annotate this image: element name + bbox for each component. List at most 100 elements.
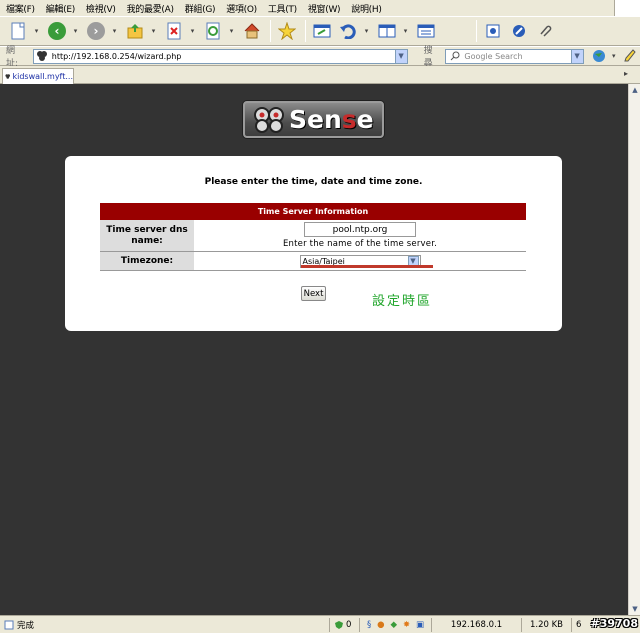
url-dropdown-button[interactable]: ▼ bbox=[394, 49, 407, 63]
logo-text: Sense bbox=[289, 105, 374, 134]
screen-icon[interactable]: ▣ bbox=[416, 620, 424, 630]
tab-title: kidswall.myft... bbox=[12, 72, 73, 81]
url-text: http://192.168.0.254/wizard.php bbox=[51, 51, 182, 61]
watermark-text: #39708 bbox=[590, 617, 639, 630]
stop-button[interactable] bbox=[162, 19, 186, 43]
tile-button[interactable] bbox=[375, 19, 399, 43]
scroll-up-arrow[interactable]: ▲ bbox=[629, 84, 640, 96]
browser-throbber bbox=[614, 0, 640, 16]
tab-strip: kidswall.myft... ▸ bbox=[0, 66, 640, 84]
menu-bar: 檔案(F) 編輯(E) 檢視(V) 我的最愛(A) 群組(G) 選項(O) 工具… bbox=[0, 0, 640, 16]
address-bar: 網址: http://192.168.0.254/wizard.php ▼ 搜尋… bbox=[0, 44, 640, 69]
next-button[interactable]: Next bbox=[301, 286, 326, 301]
new-page-icon bbox=[11, 22, 25, 40]
new-window-button[interactable] bbox=[6, 19, 30, 43]
menu-file[interactable]: 檔案(F) bbox=[6, 2, 35, 15]
refresh-icon bbox=[206, 22, 220, 40]
list-button[interactable] bbox=[414, 19, 438, 43]
refresh-button[interactable] bbox=[201, 19, 225, 43]
section-header: Time Server Information bbox=[100, 203, 526, 220]
toolbar-separator bbox=[270, 20, 271, 42]
forward-dropdown[interactable]: ▾ bbox=[110, 27, 119, 35]
stop-dropdown[interactable]: ▾ bbox=[188, 27, 197, 35]
annotation-underline bbox=[301, 265, 433, 268]
search-input[interactable]: Google Search ▼ bbox=[445, 48, 584, 64]
window-icon bbox=[313, 24, 331, 38]
menu-help[interactable]: 說明(H) bbox=[351, 2, 382, 15]
search-dropdown-button[interactable]: ▼ bbox=[570, 49, 583, 63]
up-folder-button[interactable] bbox=[123, 19, 147, 43]
rss-icon[interactable]: ● bbox=[377, 620, 384, 630]
timezone-label: Timezone: bbox=[100, 252, 194, 270]
forward-arrow-icon: › bbox=[87, 22, 105, 40]
page-heading: Please enter the time, date and time zon… bbox=[204, 177, 423, 187]
security-icon[interactable]: § bbox=[367, 620, 371, 630]
toolbar-separator bbox=[305, 20, 306, 42]
pfsense-logo: Sense bbox=[243, 101, 384, 138]
blocked-count: 0 bbox=[346, 619, 352, 630]
wizard-panel: Please enter the time, date and time zon… bbox=[65, 156, 562, 331]
menu-options[interactable]: 選項(O) bbox=[226, 2, 257, 15]
menu-window[interactable]: 視窗(W) bbox=[308, 2, 341, 15]
status-icons: § ● ◆ ✸ ▣ bbox=[360, 617, 432, 632]
tab-scroll-button[interactable]: ▸ bbox=[624, 69, 634, 79]
status-text: 完成 bbox=[17, 620, 35, 631]
page-icon bbox=[4, 620, 14, 629]
popup-blocker-cell[interactable]: 0 bbox=[330, 617, 360, 632]
menu-groups[interactable]: 群組(G) bbox=[185, 2, 216, 15]
vertical-scrollbar[interactable]: ▲ ▼ bbox=[628, 84, 640, 615]
scroll-down-arrow[interactable]: ▼ bbox=[629, 603, 640, 615]
new-window-dropdown[interactable]: ▾ bbox=[32, 27, 41, 35]
back-arrow-icon: ‹ bbox=[48, 22, 66, 40]
logo-text-red: s bbox=[341, 105, 357, 134]
connection-icon[interactable]: ◆ bbox=[390, 620, 397, 630]
pfsense-favicon bbox=[5, 74, 11, 79]
forward-button[interactable]: › bbox=[84, 19, 108, 43]
back-button[interactable]: ‹ bbox=[45, 19, 69, 43]
window-button[interactable] bbox=[310, 19, 334, 43]
menu-favorites[interactable]: 我的最愛(A) bbox=[127, 2, 174, 15]
up-dropdown[interactable]: ▾ bbox=[149, 27, 158, 35]
shield-icon bbox=[335, 620, 343, 629]
search-engine-dropdown[interactable]: ▾ bbox=[609, 52, 618, 60]
page-size-cell: 1.20 KB bbox=[522, 617, 572, 632]
time-server-cell: pool.ntp.org Enter the name of the time … bbox=[194, 220, 526, 251]
menu-view[interactable]: 檢視(V) bbox=[86, 2, 116, 15]
logo-text-start: Sen bbox=[289, 105, 342, 134]
search-icon bbox=[451, 51, 460, 61]
pfsense-favicon bbox=[36, 51, 47, 61]
refresh-dropdown[interactable]: ▾ bbox=[227, 27, 236, 35]
home-button[interactable] bbox=[240, 19, 264, 43]
status-bar: 完成 0 § ● ◆ ✸ ▣ 192.168.0.1 1.20 KB 6 bbox=[0, 615, 640, 633]
search-engine-button[interactable] bbox=[592, 44, 608, 68]
undo-icon bbox=[340, 24, 356, 39]
undo-dropdown[interactable]: ▾ bbox=[362, 27, 371, 35]
plugin-button-3[interactable] bbox=[533, 19, 557, 43]
highlight-button[interactable] bbox=[622, 44, 638, 68]
tile-dropdown[interactable]: ▾ bbox=[401, 27, 410, 35]
page-content: Sense Please enter the time, date and ti… bbox=[0, 84, 628, 615]
back-dropdown[interactable]: ▾ bbox=[71, 27, 80, 35]
menu-edit[interactable]: 編輯(E) bbox=[46, 2, 76, 15]
time-server-input[interactable]: pool.ntp.org bbox=[304, 222, 416, 237]
highlighter-icon bbox=[624, 49, 636, 62]
time-server-table: Time Server Information Time server dns … bbox=[100, 203, 526, 271]
menu-tools[interactable]: 工具(T) bbox=[268, 2, 297, 15]
plugin-button-1[interactable] bbox=[481, 19, 505, 43]
settings-icon[interactable]: ✸ bbox=[403, 620, 410, 630]
stop-icon bbox=[167, 22, 181, 40]
list-icon bbox=[417, 24, 435, 38]
undo-close-button[interactable] bbox=[336, 19, 360, 43]
plugin-button-2[interactable] bbox=[507, 19, 531, 43]
toolbar-separator bbox=[476, 20, 477, 42]
url-field[interactable]: http://192.168.0.254/wizard.php ▼ bbox=[32, 48, 408, 64]
globe-icon bbox=[593, 50, 606, 62]
up-folder-icon bbox=[127, 24, 143, 39]
logo-text-end: e bbox=[356, 105, 374, 134]
time-server-label: Time server dns name: bbox=[100, 220, 194, 251]
tab-active[interactable]: kidswall.myft... bbox=[2, 68, 74, 84]
favorites-button[interactable] bbox=[275, 19, 299, 43]
pfsense-mark-icon bbox=[254, 106, 284, 133]
extra-cell: 6 bbox=[576, 619, 582, 630]
compass-icon bbox=[513, 25, 525, 37]
